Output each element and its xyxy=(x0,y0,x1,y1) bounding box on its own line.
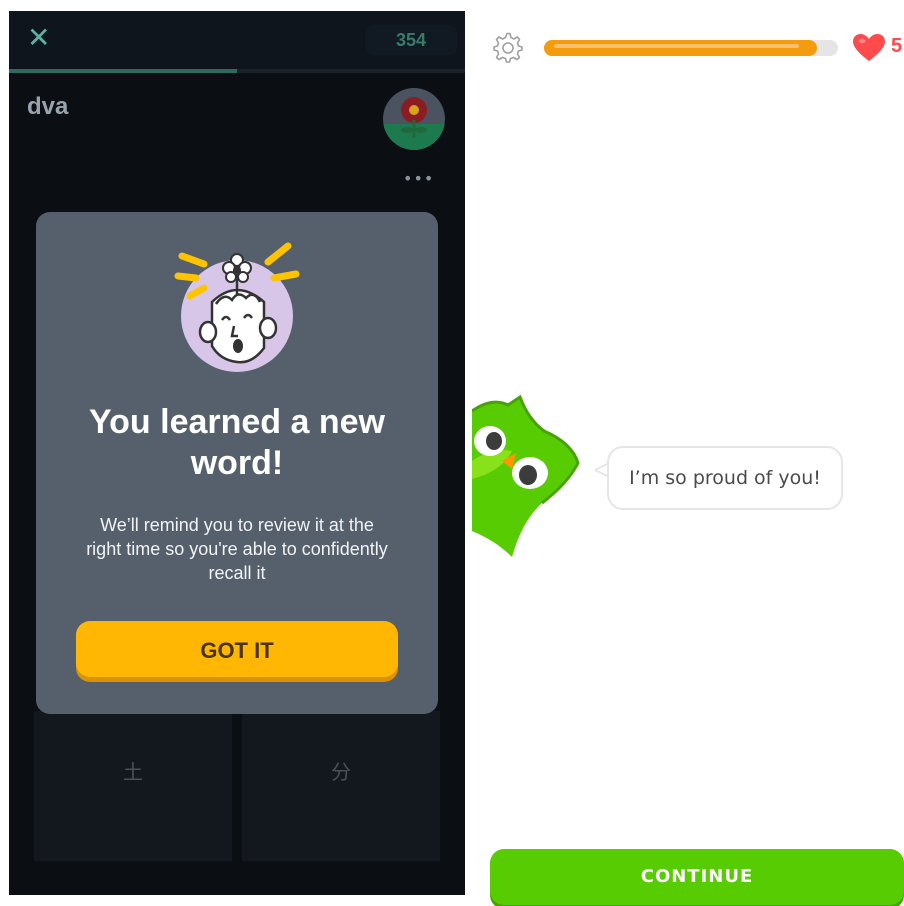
duo-owl-mascot xyxy=(472,394,580,557)
close-icon[interactable]: ✕ xyxy=(27,23,57,53)
modal-body: We’ll remind you to review it at the rig… xyxy=(86,515,388,583)
got-it-button[interactable]: GOT IT xyxy=(76,621,398,677)
flower-icon xyxy=(401,97,427,138)
speech-bubble: I’m so proud of you! xyxy=(607,446,843,510)
more-options-icon[interactable]: ••• xyxy=(403,169,434,188)
brain-flower-illustration xyxy=(174,242,300,372)
lives-count: 5 xyxy=(891,35,903,57)
answer-tile[interactable]: 分 xyxy=(242,711,440,861)
right-screen: 5 I’m so proud of you! CONTINUE xyxy=(472,11,904,906)
score-badge: 354 xyxy=(365,25,457,55)
tile-character: 分 xyxy=(331,760,351,784)
continue-button[interactable]: CONTINUE xyxy=(490,849,904,905)
gear-icon[interactable] xyxy=(492,32,524,64)
lesson-progress-fill xyxy=(9,69,237,73)
prompt-word: dva xyxy=(27,93,69,120)
tile-character: 土 xyxy=(123,760,143,784)
lesson-progress-bar xyxy=(544,40,838,56)
heart-icon xyxy=(853,34,885,61)
character-avatar xyxy=(383,88,445,150)
top-bar: ✕ 354 xyxy=(9,11,465,69)
new-word-modal: You learned a new word! We’ll remind you… xyxy=(36,212,438,714)
lesson-progress-bar xyxy=(9,69,465,73)
answer-tiles: 土 分 xyxy=(34,711,440,861)
answer-tile[interactable]: 土 xyxy=(34,711,232,861)
lesson-progress-fill xyxy=(544,40,818,56)
left-screen: ✕ 354 dva ••• 土 分 You learned a new word… xyxy=(9,11,465,895)
modal-title: You learned a new word! xyxy=(88,403,385,482)
